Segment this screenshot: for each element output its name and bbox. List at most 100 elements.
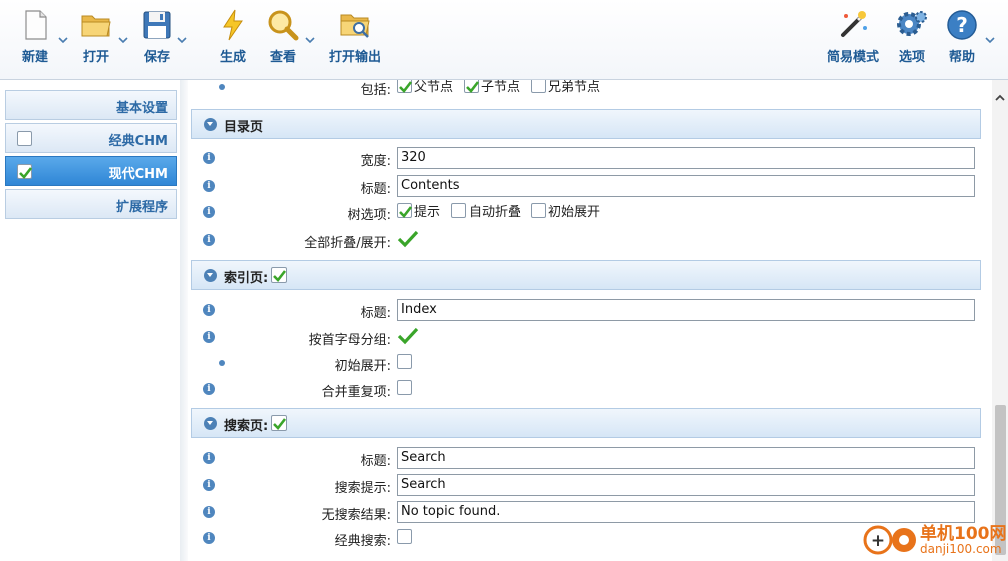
search-hint-input[interactable]: Search [397,474,975,496]
info-icon[interactable]: i [203,331,215,343]
checkmark-icon [399,206,413,218]
sidebar-item-label: 经典CHM [108,134,168,149]
toc-collapse-all-label: 全部折叠/展开: [304,236,391,251]
open-output-button[interactable]: 打开输出 [324,8,386,70]
bullet-icon [219,360,225,366]
index-merge-checkbox[interactable] [397,380,412,395]
search-caption-row: i 标题: Search [189,446,989,472]
easy-mode-button[interactable]: 简易模式 [822,8,884,70]
index-merge-label: 合并重复项: [321,385,391,400]
info-icon[interactable]: i [203,383,215,395]
toc-section-title: 目录页 [224,120,264,135]
index-caption-row: i 标题: Index [189,298,989,324]
new-document-icon [25,10,47,40]
open-button[interactable]: 打开 [66,8,126,70]
classic-search-checkbox[interactable] [397,529,412,544]
search-caption-input[interactable]: Search [397,447,975,469]
panel-splitter[interactable] [180,80,188,561]
collapse-chevron-icon[interactable] [204,269,217,282]
sidebar-item-label: 现代CHM [108,167,168,182]
sidebar-item-classic-chm[interactable]: 经典CHM [5,123,177,153]
sidebar-item-modern-chm[interactable]: 现代CHM [5,156,177,186]
toc-width-row: i 宽度: 320 [189,146,989,172]
index-section-checkbox[interactable] [271,267,287,283]
tree-auto-collapse-checkbox[interactable] [451,203,466,218]
index-initial-expand-checkbox[interactable] [397,354,412,369]
watermark-logo: + 单机100网 danji100.com [862,519,1008,561]
index-group-label: 按首字母分组: [308,333,391,348]
toc-tree-options-row: i 树选项: 提示 自动折叠 初始展开 [189,200,989,226]
sidebar-item-basic-settings[interactable]: 基本设置 [5,90,177,120]
info-icon[interactable]: i [203,479,215,491]
save-label: 保存 [143,50,170,65]
tree-auto-collapse-label: 自动折叠 [469,205,522,220]
toc-tree-options-label: 树选项: [347,208,391,223]
magic-wand-icon [841,11,867,37]
easy-mode-label: 简易模式 [826,50,879,65]
index-caption-label: 标题: [360,306,391,321]
save-dropdown-chevron-icon[interactable] [177,36,187,44]
toc-width-input[interactable]: 320 [397,147,975,169]
help-question-icon: ? [947,10,977,40]
include-label: 包括: [360,83,391,98]
view-button[interactable]: 查看 [253,8,313,70]
settings-content: 包括: 父节点 子节点 兄弟节点 目录页 i 宽度: 320 i 标题: Con… [189,80,992,561]
open-label: 打开 [82,50,109,65]
index-section-title: 索引页: [224,271,269,286]
watermark-url: danji100.com [920,542,1002,556]
toc-caption-input[interactable]: Contents [397,175,975,197]
collapse-all-checkmark-icon[interactable] [397,230,419,248]
info-icon[interactable]: i [203,452,215,464]
search-caption-label: 标题: [360,454,391,469]
index-section-header[interactable]: 索引页: [191,260,981,290]
view-dropdown-chevron-icon[interactable] [305,36,315,44]
help-dropdown-chevron-icon[interactable] [985,36,995,44]
index-caption-input[interactable]: Index [397,299,975,321]
tree-initial-expand-checkbox[interactable] [531,203,546,218]
magnifier-icon [268,10,299,41]
parent-node-label: 父节点 [414,80,454,95]
search-section-checkbox[interactable] [271,415,287,431]
new-button[interactable]: 新建 [5,8,65,70]
view-label: 查看 [269,50,296,65]
parent-node-checkbox[interactable] [397,80,413,93]
tree-tooltip-checkbox[interactable] [397,203,413,218]
modern-chm-checkbox[interactable] [17,164,33,179]
sidebar-item-extensions[interactable]: 扩展程序 [5,189,177,219]
index-initial-expand-row: 初始展开: [189,351,989,377]
sibling-node-checkbox[interactable] [531,80,546,93]
index-merge-row: i 合并重复项: [189,377,989,403]
child-node-label: 子节点 [481,80,521,95]
info-icon[interactable]: i [203,152,215,164]
gear-icon [897,11,927,36]
toc-width-label: 宽度: [360,154,391,169]
info-icon[interactable]: i [203,506,215,518]
search-hint-row: i 搜索提示: Search [189,473,989,499]
info-icon[interactable]: i [203,234,215,246]
help-label: 帮助 [948,50,975,65]
vertical-scrollbar[interactable] [992,80,1008,561]
collapse-chevron-icon[interactable] [204,118,217,131]
index-group-row: i 按首字母分组: [189,325,989,351]
child-node-checkbox[interactable] [464,80,480,93]
collapse-chevron-icon[interactable] [204,417,217,430]
info-icon[interactable]: i [203,206,215,218]
main-toolbar: 新建 打开 保存 生成 查看 打开输出 简易模式 选项 ? 帮助 [0,0,1008,80]
settings-sidebar: 基本设置 经典CHM 现代CHM 扩展程序 [0,80,180,561]
group-by-letter-checkmark-icon[interactable] [397,327,419,345]
classic-chm-checkbox[interactable] [17,131,32,146]
scroll-up-chevron-icon[interactable] [995,94,1005,102]
info-icon[interactable]: i [203,304,215,316]
svg-text:?: ? [956,13,968,37]
help-button[interactable]: ? 帮助 [932,8,992,70]
toc-section-header[interactable]: 目录页 [191,109,981,139]
checkmark-icon [273,418,287,430]
search-section-header[interactable]: 搜索页: [191,408,981,438]
info-icon[interactable]: i [203,180,215,192]
info-icon[interactable]: i [203,532,215,544]
folder-icon [81,15,111,37]
open-output-label: 打开输出 [328,50,381,65]
search-section-title: 搜索页: [224,419,269,434]
tree-initial-expand-label: 初始展开 [548,205,601,220]
index-initial-expand-label: 初始展开: [334,359,391,374]
